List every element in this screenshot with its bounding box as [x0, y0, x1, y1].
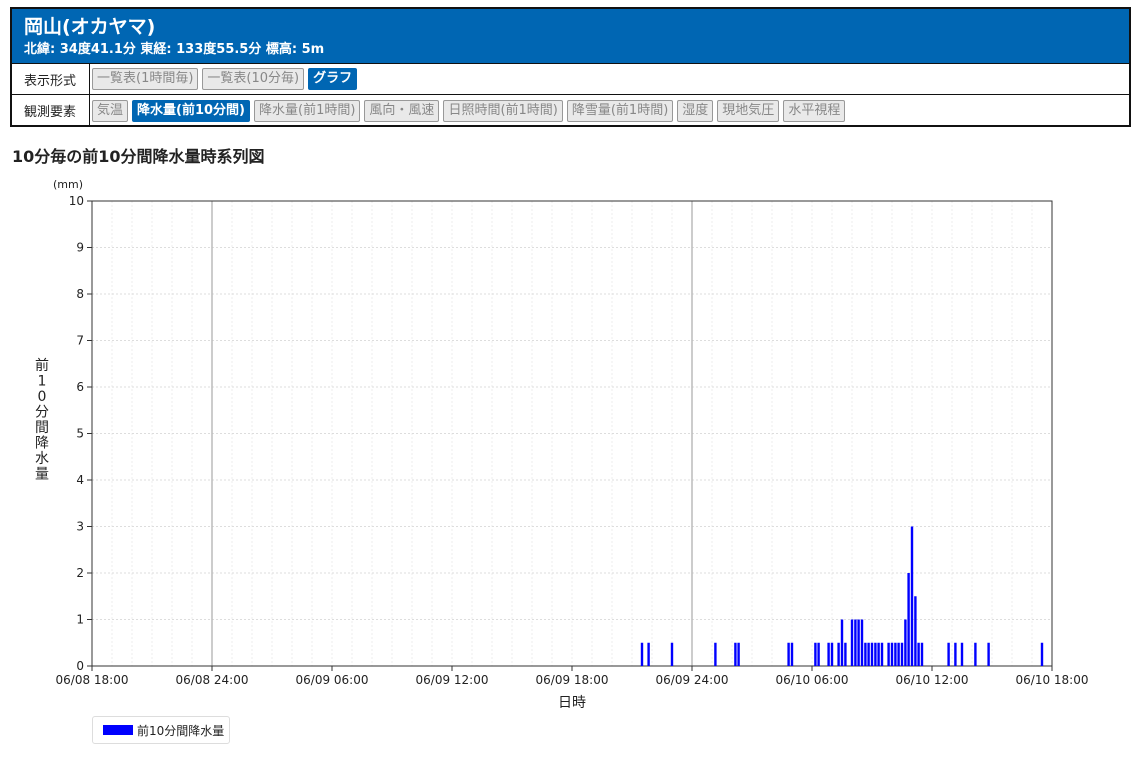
y-tick-label: 2 — [76, 566, 84, 580]
y-tick-label: 0 — [76, 659, 84, 673]
precip-bar — [837, 642, 840, 666]
precip-bar — [860, 619, 864, 666]
precip-bar — [714, 642, 717, 666]
precip-bar — [974, 642, 977, 666]
chart-legend[interactable]: 前10分間降水量 — [92, 716, 230, 744]
precip-bar — [914, 596, 917, 666]
y-tick-label: 1 — [76, 613, 84, 627]
y-tick-label: 3 — [76, 520, 84, 534]
precip-bar — [864, 642, 867, 666]
x-tick-label: 06/09 24:00 — [656, 673, 729, 687]
precip-bar — [880, 642, 884, 666]
precip-bar — [894, 642, 897, 666]
precip-bar — [870, 642, 874, 666]
x-tick-label: 06/09 06:00 — [296, 673, 369, 687]
precip-bar — [640, 642, 644, 666]
x-tick-label: 06/10 12:00 — [896, 673, 969, 687]
precip-bar — [850, 619, 854, 666]
precip-bar — [830, 642, 834, 666]
y-tick-label: 5 — [76, 427, 84, 441]
precip-bar — [844, 642, 847, 666]
y-unit-label: (mm) — [53, 178, 83, 191]
y-tick-label: 10 — [69, 194, 84, 208]
precip-bar — [910, 526, 914, 666]
precip-bar — [874, 642, 877, 666]
y-tick-label: 8 — [76, 287, 84, 301]
y-axis-label: 前 1 0 分間降水量 — [35, 357, 49, 483]
precip-bar — [900, 642, 904, 666]
precip-bar — [814, 642, 817, 666]
x-tick-label: 06/10 18:00 — [1016, 673, 1089, 687]
precip-bar — [897, 642, 900, 666]
legend-label: 前10分間降水量 — [137, 723, 225, 738]
x-axis-label: 日時 — [558, 695, 586, 711]
precip-bar — [887, 642, 890, 666]
precip-bar — [827, 642, 830, 666]
precip-bar — [790, 642, 794, 666]
precip-bar — [787, 642, 790, 666]
precipitation-chart: 0 1 2 3 4 5 6 7 8 9 10 06/08 18:00 06/08 24:00 06/09 … — [35, 178, 1089, 711]
precip-bar — [1040, 642, 1044, 666]
precip-bar — [954, 642, 957, 666]
x-tick-label: 06/10 06:00 — [776, 673, 849, 687]
precip-bar — [647, 642, 650, 666]
x-tick-label: 06/08 18:00 — [56, 673, 129, 687]
x-tick-label: 06/08 24:00 — [176, 673, 249, 687]
y-tick-label: 7 — [76, 334, 84, 348]
precip-bar — [817, 642, 820, 666]
legend-swatch — [103, 725, 133, 735]
precip-bar — [960, 642, 964, 666]
precip-bar — [890, 642, 894, 666]
precip-bar — [734, 642, 737, 666]
precip-bar — [867, 642, 870, 666]
precip-bar — [877, 642, 880, 666]
precip-bar — [737, 642, 740, 666]
x-tick-label: 06/09 18:00 — [536, 673, 609, 687]
precip-bar — [840, 619, 844, 666]
precip-bar — [920, 642, 924, 666]
precip-bar — [904, 619, 907, 666]
y-tick-label: 9 — [76, 241, 84, 255]
precip-bar — [917, 642, 920, 666]
y-tick-label: 4 — [76, 473, 84, 487]
precip-bar — [947, 642, 950, 666]
y-tick-label: 6 — [76, 380, 84, 394]
x-tick-label: 06/09 12:00 — [416, 673, 489, 687]
precip-bar — [857, 619, 860, 666]
precip-bar — [670, 642, 674, 666]
precip-bar — [854, 619, 857, 666]
precip-bar — [987, 642, 990, 666]
precip-bar — [907, 573, 910, 666]
